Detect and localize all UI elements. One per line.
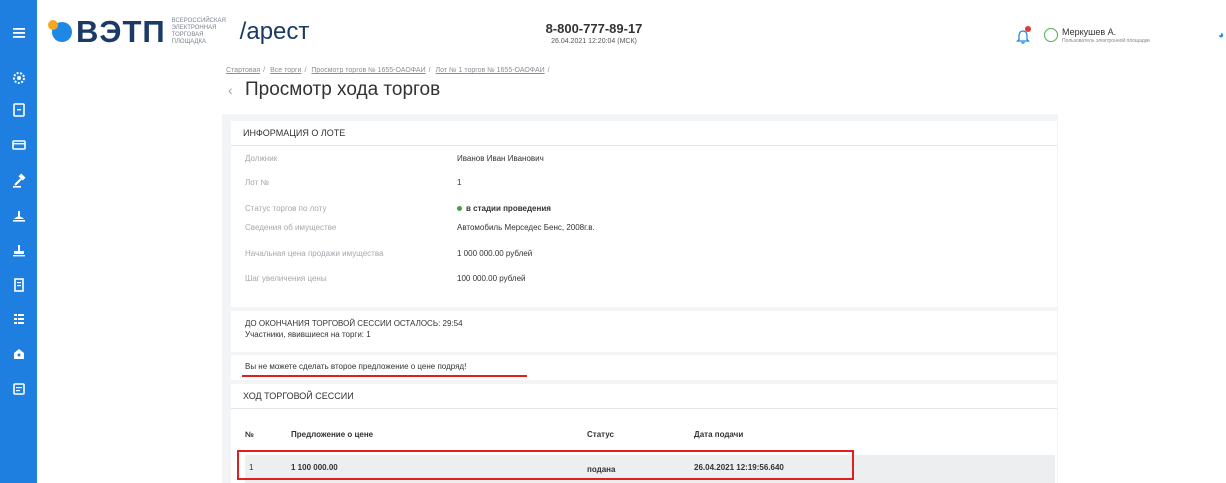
col-date: Дата подачи	[694, 430, 744, 439]
bag-icon[interactable]	[0, 341, 37, 367]
receipt-icon[interactable]	[0, 272, 37, 298]
info-value: 100 000.00 рублей	[457, 274, 526, 283]
logout-icon[interactable]: ◕	[1218, 30, 1226, 41]
logo-mark-icon	[48, 20, 72, 42]
logo-subtitle: ВСЕРОССИЙСКАЯ ЭЛЕКТРОННАЯ ТОРГОВАЯ ПЛОЩА…	[171, 18, 226, 45]
notification-badge	[1025, 26, 1031, 32]
info-label: Начальная цена продажи имущества	[245, 249, 384, 258]
info-label: Сведения об имуществе	[245, 223, 337, 232]
col-price: Предложение о цене	[291, 430, 374, 439]
card-icon[interactable]	[0, 132, 37, 158]
breadcrumb-auction[interactable]: Просмотр торгов № 1655-ОАОФАИ	[311, 67, 425, 74]
status-dot-icon	[457, 206, 462, 212]
col-num: №	[245, 430, 254, 439]
info-value: Иванов Иван Иванович	[457, 154, 544, 163]
sidebar	[0, 0, 37, 483]
document-icon[interactable]	[0, 97, 37, 123]
session-timer: ДО ОКОНЧАНИЯ ТОРГОВОЙ СЕССИИ ОСТАЛОСЬ: 2…	[245, 319, 463, 328]
menu-icon[interactable]	[0, 20, 37, 46]
section-name: /арест	[239, 18, 310, 45]
participants-count: Участники, явившиеся на торги: 1	[245, 330, 371, 339]
breadcrumb: Стартовая / Все торги / Просмотр торгов № …	[226, 67, 550, 74]
back-arrow-icon[interactable]: ‹	[228, 82, 233, 98]
page-title: Просмотр хода торгов	[245, 79, 441, 100]
info-label: Лот №	[245, 178, 269, 187]
gavel-icon[interactable]	[0, 168, 37, 194]
progress-header: ХОД ТОРГОВОЙ СЕССИИ	[231, 384, 1057, 409]
top-header: ВЭТП ВСЕРОССИЙСКАЯ ЭЛЕКТРОННАЯ ТОРГОВАЯ …	[37, 0, 1226, 64]
session-progress-section: ХОД ТОРГОВОЙ СЕССИИ № Предложение о цене…	[231, 384, 1057, 483]
user-name[interactable]: Меркушев А.	[1062, 27, 1116, 37]
user-avatar-icon[interactable]	[1044, 28, 1058, 42]
info-label: Шаг увеличения цены	[245, 274, 327, 283]
info-value: Автомобиль Мерседес Бенс, 2008г.в.	[457, 223, 595, 232]
info-label: Статус торгов по лоту	[245, 204, 327, 213]
col-status: Статус	[587, 430, 614, 439]
info-value: 1 000 000.00 рублей	[457, 249, 533, 258]
lot-info-header: ИНФОРМАЦИЯ О ЛОТЕ	[231, 121, 1057, 146]
content-card: ИНФОРМАЦИЯ О ЛОТЕ Должник Иванов Иван Ив…	[222, 114, 1058, 483]
breadcrumb-lot[interactable]: Лот № 1 торгов № 1655-ОАОФАИ	[436, 67, 545, 74]
info-value-status: в стадии проведения	[457, 204, 551, 213]
breadcrumb-home[interactable]: Стартовая	[226, 67, 260, 74]
info-label: Должник	[245, 154, 278, 163]
lot-info-section: ИНФОРМАЦИЯ О ЛОТЕ Должник Иванов Иван Ив…	[231, 121, 1057, 307]
scale-icon[interactable]	[0, 203, 37, 229]
breadcrumb-all-auctions[interactable]: Все торги	[270, 67, 301, 74]
logo-text: ВЭТП	[76, 14, 166, 49]
server-datetime: 26.04.2021 12:20:04 (МСК)	[551, 38, 637, 45]
warning-section: Вы не можете сделать второе предложение …	[231, 355, 1057, 380]
support-phone[interactable]: 8-800-777-89-17	[529, 21, 659, 36]
hammer-icon[interactable]	[0, 237, 37, 263]
row-highlight-box	[237, 450, 854, 480]
site-logo[interactable]: ВЭТП ВСЕРОССИЙСКАЯ ЭЛЕКТРОННАЯ ТОРГОВАЯ …	[48, 14, 310, 50]
calendar-icon[interactable]	[0, 376, 37, 402]
user-role: Пользователь электронной площадки	[1062, 38, 1150, 44]
session-timer-section: ДО ОКОНЧАНИЯ ТОРГОВОЙ СЕССИИ ОСТАЛОСЬ: 2…	[231, 311, 1057, 352]
warning-underline	[242, 375, 527, 377]
warning-message: Вы не можете сделать второе предложение …	[245, 362, 467, 371]
status-text: в стадии проведения	[466, 204, 551, 213]
settings-icon[interactable]	[0, 65, 37, 91]
info-value: 1	[457, 178, 462, 187]
list-icon[interactable]	[0, 306, 37, 332]
